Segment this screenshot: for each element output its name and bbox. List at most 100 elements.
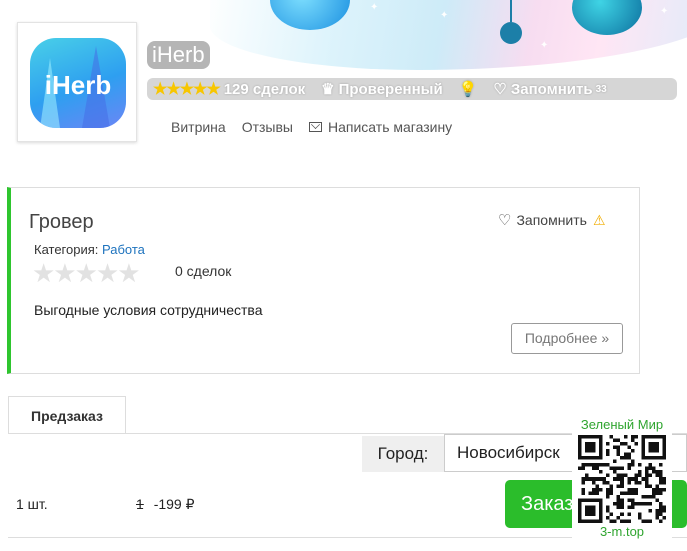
watermark-url: 3-m.top: [599, 524, 645, 539]
qr-module: [609, 487, 614, 492]
qr-module: [623, 519, 628, 523]
qr-module: [581, 487, 586, 492]
qr-module: [637, 501, 642, 506]
qr-module: [627, 519, 631, 523]
remember-count: 33: [595, 83, 607, 95]
qr-module: [630, 505, 635, 509]
qr-module: [627, 477, 631, 481]
nav-showcase[interactable]: Витрина: [171, 119, 226, 135]
qr-module: [662, 508, 666, 513]
qr-module: [609, 491, 614, 495]
lightbulb-icon[interactable]: 💡: [459, 80, 478, 98]
sparkle-icon: ✦: [540, 40, 549, 51]
qr-module: [620, 491, 624, 495]
qr-module: [630, 463, 635, 467]
category-link[interactable]: Работа: [102, 242, 145, 257]
shop-logo[interactable]: iHerb: [17, 22, 137, 142]
qr-module: [613, 466, 617, 471]
qr-module: [630, 487, 635, 492]
nav-write-label: Написать магазину: [328, 119, 453, 135]
qr-module: [616, 452, 621, 457]
qr-module: [627, 491, 631, 495]
qr-module: [606, 508, 610, 513]
qr-module: [606, 473, 610, 478]
qr-module: [592, 477, 596, 481]
qr-module: [588, 477, 593, 481]
qr-module: [630, 477, 635, 481]
qr-module: [616, 505, 621, 509]
qr-module: [595, 477, 600, 481]
heart-icon: ♡: [493, 81, 507, 98]
qr-module: [637, 512, 642, 516]
sparkle-icon: ✦: [440, 10, 449, 21]
qr-module: [634, 442, 638, 446]
nav-reviews[interactable]: Отзывы: [242, 119, 293, 135]
qr-module: [620, 498, 624, 502]
offer-remember-button[interactable]: ♡ Запомнить ⚠: [498, 211, 606, 230]
qr-module: [662, 477, 666, 481]
qr-module: [627, 463, 631, 467]
qr-module: [581, 491, 586, 495]
qr-module: [651, 494, 656, 499]
qr-module: [620, 477, 624, 481]
qr-module: [648, 501, 652, 506]
qr-module: [662, 480, 666, 485]
remember-shop-button[interactable]: ♡ Запомнить 33: [493, 80, 607, 99]
qr-module: [644, 480, 649, 485]
qr-module: [655, 498, 659, 502]
heart-icon: ♡: [498, 212, 512, 229]
qr-module: [616, 498, 621, 502]
offer-deals: 0 сделок: [175, 263, 232, 279]
qr-module: [627, 487, 631, 492]
qr-module: [599, 477, 603, 481]
offer-description: Выгодные условия сотрудничества: [34, 302, 263, 318]
qr-module: [581, 466, 586, 471]
qr-module: [585, 477, 589, 481]
qr-module: [648, 519, 652, 523]
qr-module: [644, 494, 649, 499]
qr-module: [613, 438, 617, 443]
remember-label: Запомнить: [510, 80, 593, 98]
qr-module: [588, 491, 593, 495]
qr-module: [595, 487, 600, 492]
qr-module: [655, 484, 659, 488]
qr-module: [620, 501, 624, 506]
qr-module: [651, 470, 656, 474]
qr-module: [620, 456, 624, 460]
qr-module: [655, 508, 659, 513]
qr-module: [630, 435, 635, 439]
qr-module: [595, 463, 600, 467]
warning-icon[interactable]: ⚠: [593, 212, 606, 229]
qr-module: [602, 463, 607, 467]
qr-module: [648, 463, 652, 467]
qr-module: [644, 484, 649, 488]
qr-module: [620, 473, 624, 478]
crown-icon: ♛: [321, 81, 335, 98]
qr-module: [630, 498, 635, 502]
deals-count[interactable]: 129 сделок: [224, 81, 305, 98]
watermark-title: Зеленый Мир: [580, 417, 664, 432]
qr-module: [644, 473, 649, 478]
qr-module: [658, 473, 663, 478]
qr-module: [620, 512, 624, 516]
qr-module: [606, 463, 610, 467]
qr-module: [578, 466, 582, 471]
qr-module: [613, 519, 617, 523]
tab-preorder[interactable]: Предзаказ: [8, 396, 126, 434]
qr-module: [602, 480, 607, 485]
qr-module: [658, 508, 663, 513]
verified-badge[interactable]: ♛ Проверенный: [321, 80, 443, 99]
qr-module: [644, 519, 649, 523]
qr-module: [616, 473, 621, 478]
qr-module: [630, 501, 635, 506]
qr-module: [616, 449, 621, 453]
qr-module: [595, 491, 600, 495]
more-button[interactable]: Подробнее »: [511, 323, 623, 354]
qr-module: [634, 491, 638, 495]
order-quantity: 1 шт.: [16, 496, 48, 512]
nav-write-shop[interactable]: Написать магазину: [309, 119, 452, 135]
qr-module: [644, 470, 649, 474]
qr-module: [634, 473, 638, 478]
qr-module: [627, 505, 631, 509]
qr-module: [648, 473, 652, 478]
